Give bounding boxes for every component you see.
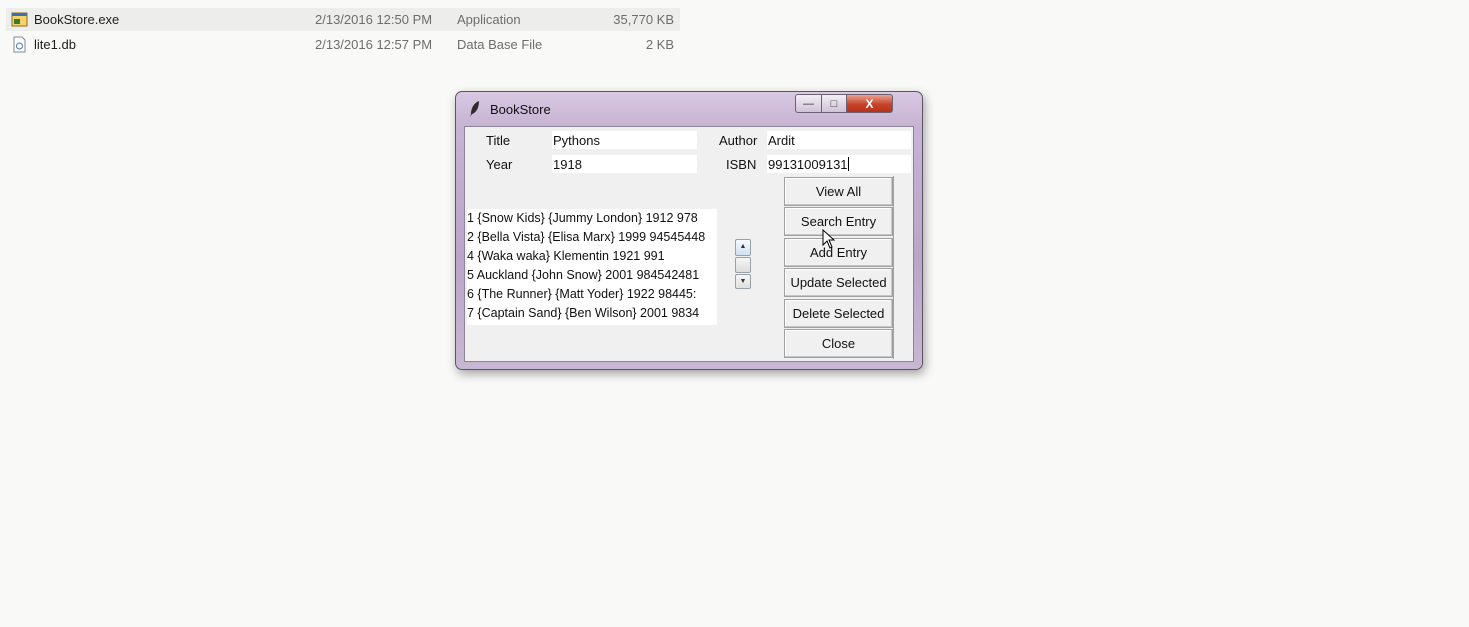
view-all-button[interactable]: View All	[784, 177, 893, 206]
scroll-down-button[interactable]: ▼	[735, 274, 751, 289]
db-file-icon	[13, 36, 26, 53]
isbn-input[interactable]: 99131009131	[766, 154, 912, 174]
minimize-button[interactable]: —	[795, 94, 822, 113]
text-caret	[847, 157, 849, 171]
search-entry-button[interactable]: Search Entry	[784, 207, 893, 236]
arrow-down-icon: ▼	[739, 278, 747, 285]
list-item[interactable]: 5 Auckland {John Snow} 2001 984542481	[467, 266, 717, 285]
file-name: lite1.db	[34, 37, 76, 52]
maximize-button[interactable]: □	[821, 94, 847, 113]
close-window-button[interactable]: X	[846, 94, 893, 113]
file-type: Data Base File	[457, 37, 543, 52]
close-button[interactable]: Close	[784, 329, 893, 358]
window-title: BookStore	[490, 102, 551, 117]
title-label: Title	[486, 133, 511, 148]
list-item[interactable]: 1 {Snow Kids} {Jummy London} 1912 978	[467, 209, 717, 228]
update-selected-button[interactable]: Update Selected	[784, 268, 893, 297]
file-size: 2 KB	[645, 37, 674, 52]
exe-file-icon	[11, 12, 28, 27]
window-titlebar[interactable]: BookStore — □ X	[456, 92, 922, 125]
button-column-edge	[893, 176, 911, 359]
list-item[interactable]: 2 {Bella Vista} {Elisa Marx} 1999 945454…	[467, 228, 717, 247]
list-item[interactable]: 4 {Waka waka} Klementin 1921 991	[467, 247, 717, 266]
books-listbox[interactable]: 1 {Snow Kids} {Jummy London} 1912 978 2 …	[467, 209, 717, 325]
title-input[interactable]: Pythons	[551, 130, 698, 150]
arrow-up-icon: ▲	[739, 243, 747, 250]
year-label: Year	[486, 157, 513, 172]
file-date: 2/13/2016 12:57 PM	[315, 37, 433, 52]
isbn-value: 99131009131	[768, 157, 848, 172]
add-entry-button[interactable]: Add Entry	[784, 238, 893, 267]
list-item[interactable]: 6 {The Runner} {Matt Yoder} 1922 98445:	[467, 285, 717, 304]
maximize-icon: □	[830, 97, 838, 110]
file-name: BookStore.exe	[34, 12, 120, 27]
file-size: 35,770 KB	[613, 12, 674, 27]
scroll-thumb[interactable]	[735, 257, 751, 273]
author-label: Author	[719, 133, 758, 148]
file-type: Application	[457, 12, 521, 27]
file-date: 2/13/2016 12:50 PM	[315, 12, 433, 27]
close-icon: X	[865, 96, 874, 111]
feather-icon	[470, 101, 479, 117]
minimize-icon: —	[803, 97, 814, 110]
year-input[interactable]: 1918	[551, 154, 698, 174]
list-item[interactable]: 7 {Captain Sand} {Ben Wilson} 2001 9834	[467, 304, 717, 323]
listbox-scrollbar[interactable]: ▲ ▼	[735, 239, 751, 289]
isbn-label: ISBN	[726, 157, 757, 172]
file-row-lite1-db[interactable]: lite1.db 2/13/2016 12:57 PM Data Base Fi…	[6, 33, 680, 56]
author-input[interactable]: Ardit	[766, 130, 912, 150]
delete-selected-button[interactable]: Delete Selected	[784, 299, 893, 328]
scroll-up-button[interactable]: ▲	[735, 239, 751, 256]
file-row-bookstore-exe[interactable]: BookStore.exe 2/13/2016 12:50 PM Applica…	[6, 8, 680, 31]
mouse-pointer-icon	[822, 229, 836, 249]
